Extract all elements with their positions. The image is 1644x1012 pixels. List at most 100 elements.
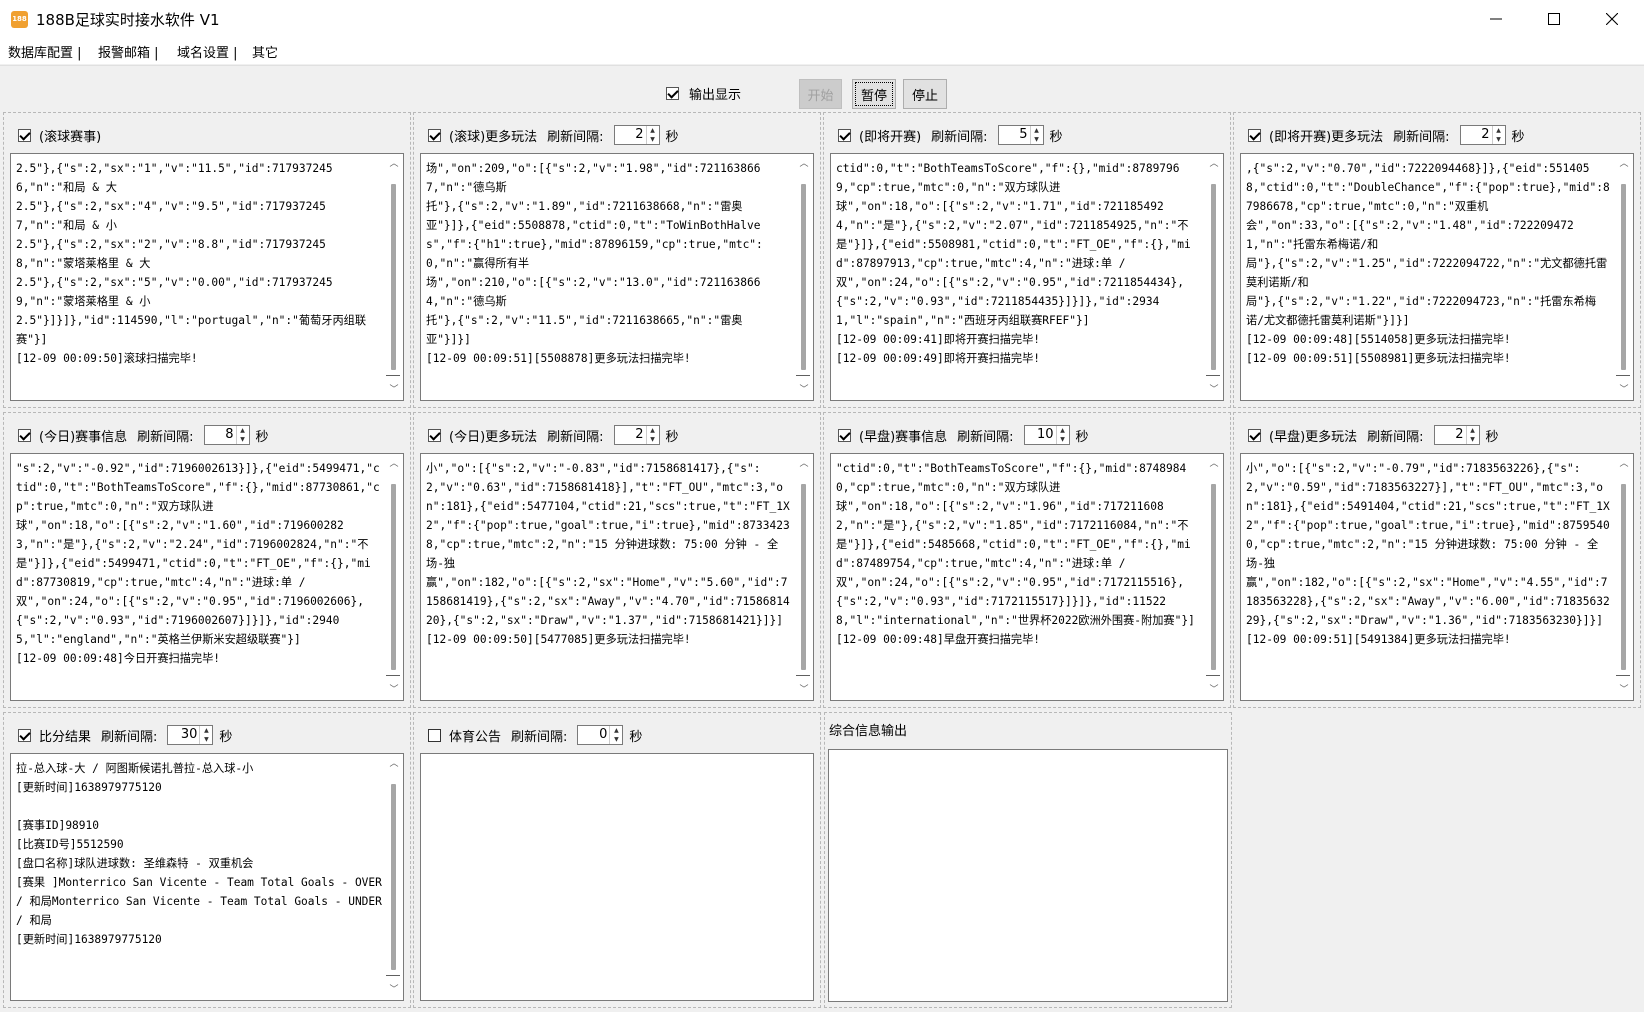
scroll-thumb[interactable] (391, 484, 396, 670)
vertical-scrollbar[interactable]: ︿ ﹀ (795, 154, 813, 400)
summary-output-box[interactable] (828, 749, 1228, 1002)
spin-down-icon[interactable]: ▼ (1493, 135, 1505, 144)
maximize-button[interactable] (1525, 0, 1583, 38)
scroll-down-icon[interactable]: ﹀ (385, 682, 403, 698)
panel-enable-checkbox[interactable] (428, 728, 441, 742)
scroll-thumb[interactable] (1211, 484, 1216, 670)
panel-enable-checkbox[interactable] (18, 728, 31, 742)
spin-down-icon[interactable]: ▼ (1467, 435, 1479, 444)
vertical-scrollbar[interactable]: ︿ ﹀ (1615, 154, 1633, 400)
spin-down-icon[interactable]: ▼ (647, 435, 659, 444)
refresh-interval-spinner[interactable]: 8 ▲ ▼ (203, 425, 250, 445)
spin-down-icon[interactable]: ▼ (1057, 435, 1069, 444)
scroll-thumb[interactable] (801, 184, 806, 370)
menu-alarm-email[interactable]: 报警邮箱 | (98, 42, 159, 61)
refresh-interval-value[interactable]: 10 (1025, 426, 1056, 444)
refresh-interval-value[interactable]: 30 (168, 726, 199, 744)
spin-up-icon[interactable]: ▲ (647, 426, 659, 435)
start-button[interactable]: 开始 (799, 79, 842, 109)
scroll-up-icon[interactable]: ︿ (1205, 456, 1223, 472)
panel-output-box[interactable]: "s":2,"v":"-0.92","id":7196002613}]},{"e… (10, 453, 404, 701)
scroll-thumb[interactable] (391, 784, 396, 970)
panel-output-box[interactable]: 拉-总入球-大 / 阿图斯候诺扎普拉-总入球-小 [更新时间]163897977… (10, 753, 404, 1001)
panel-output-box[interactable]: 2.5"},{"s":2,"sx":"1","v":"11.5","id":71… (10, 153, 404, 401)
spin-up-icon[interactable]: ▲ (200, 726, 212, 735)
spin-down-icon[interactable]: ▼ (1031, 135, 1043, 144)
scroll-up-icon[interactable]: ︿ (795, 456, 813, 472)
scroll-up-icon[interactable]: ︿ (385, 456, 403, 472)
spin-up-icon[interactable]: ▲ (610, 726, 622, 735)
scroll-thumb[interactable] (801, 484, 806, 670)
spin-up-icon[interactable]: ▲ (1057, 426, 1069, 435)
spin-down-icon[interactable]: ▼ (647, 135, 659, 144)
refresh-interval-value[interactable]: 2 (1461, 126, 1492, 144)
vertical-scrollbar[interactable]: ︿ ﹀ (795, 454, 813, 700)
scroll-thumb[interactable] (1211, 184, 1216, 370)
spin-up-icon[interactable]: ▲ (1493, 126, 1505, 135)
scroll-up-icon[interactable]: ︿ (1615, 156, 1633, 172)
panel-output-box[interactable]: 小","o":[{"s":2,"v":"-0.83","id":71586814… (420, 453, 814, 701)
scroll-down-icon[interactable]: ﹀ (1205, 682, 1223, 698)
vertical-scrollbar[interactable]: ︿ ﹀ (385, 754, 403, 1000)
scroll-down-icon[interactable]: ﹀ (795, 682, 813, 698)
panel-enable-checkbox[interactable] (838, 128, 851, 142)
panel-enable-checkbox[interactable] (1248, 428, 1261, 442)
spin-down-icon[interactable]: ▼ (237, 435, 249, 444)
spin-up-icon[interactable]: ▲ (647, 126, 659, 135)
panel-output-box[interactable]: ctid":0,"t":"BothTeamsToScore","f":{},"m… (830, 153, 1224, 401)
vertical-scrollbar[interactable]: ︿ ﹀ (1205, 154, 1223, 400)
scroll-up-icon[interactable]: ︿ (795, 156, 813, 172)
panel-enable-checkbox[interactable] (1248, 128, 1261, 142)
refresh-interval-value[interactable]: 8 (205, 426, 236, 444)
vertical-scrollbar[interactable]: ︿ ﹀ (1615, 454, 1633, 700)
refresh-interval-value[interactable]: 0 (578, 726, 609, 744)
vertical-scrollbar[interactable]: ︿ ﹀ (385, 154, 403, 400)
panel-output-box[interactable]: ,{"s":2,"v":"0.70","id":7222094468}]},{"… (1240, 153, 1634, 401)
panel-output-box[interactable]: 小","o":[{"s":2,"v":"-0.79","id":71835632… (1240, 453, 1634, 701)
scroll-thumb[interactable] (1621, 184, 1626, 370)
scroll-up-icon[interactable]: ︿ (1205, 156, 1223, 172)
refresh-interval-value[interactable]: 2 (1435, 426, 1466, 444)
spin-down-icon[interactable]: ▼ (200, 735, 212, 744)
spin-up-icon[interactable]: ▲ (1031, 126, 1043, 135)
refresh-interval-spinner[interactable]: 2 ▲ ▼ (1433, 425, 1480, 445)
refresh-interval-value[interactable]: 2 (615, 426, 646, 444)
scroll-down-icon[interactable]: ﹀ (795, 382, 813, 398)
scroll-down-icon[interactable]: ﹀ (1615, 382, 1633, 398)
menu-other[interactable]: 其它 (252, 42, 278, 61)
refresh-interval-value[interactable]: 5 (999, 126, 1030, 144)
menu-database-config[interactable]: 数据库配置 | (8, 42, 82, 61)
vertical-scrollbar[interactable]: ︿ ﹀ (1205, 454, 1223, 700)
scroll-thumb[interactable] (1621, 484, 1626, 670)
panel-output-box[interactable]: 场","on":209,"o":[{"s":2,"v":"1.98","id":… (420, 153, 814, 401)
scroll-down-icon[interactable]: ﹀ (385, 382, 403, 398)
scroll-up-icon[interactable]: ︿ (385, 756, 403, 772)
stop-button[interactable]: 停止 (903, 79, 947, 109)
pause-button[interactable]: 暂停 (852, 79, 896, 109)
refresh-interval-spinner[interactable]: 10 ▲ ▼ (1023, 425, 1070, 445)
panel-output-box[interactable] (420, 753, 814, 1001)
scroll-down-icon[interactable]: ﹀ (1615, 682, 1633, 698)
minimize-button[interactable] (1467, 0, 1525, 38)
panel-output-box[interactable]: "ctid":0,"t":"BothTeamsToScore","f":{},"… (830, 453, 1224, 701)
refresh-interval-spinner[interactable]: 2 ▲ ▼ (613, 425, 660, 445)
refresh-interval-value[interactable]: 2 (615, 126, 646, 144)
panel-enable-checkbox[interactable] (428, 428, 441, 442)
menu-domain-settings[interactable]: 域名设置 | (177, 42, 238, 61)
spin-down-icon[interactable]: ▼ (610, 735, 622, 744)
scroll-down-icon[interactable]: ﹀ (385, 982, 403, 998)
close-button[interactable] (1583, 0, 1641, 38)
spin-up-icon[interactable]: ▲ (1467, 426, 1479, 435)
panel-enable-checkbox[interactable] (18, 128, 31, 142)
output-display-checkbox[interactable] (666, 87, 679, 100)
panel-enable-checkbox[interactable] (18, 428, 31, 442)
refresh-interval-spinner[interactable]: 5 ▲ ▼ (997, 125, 1044, 145)
scroll-thumb[interactable] (391, 184, 396, 370)
refresh-interval-spinner[interactable]: 2 ▲ ▼ (1459, 125, 1506, 145)
vertical-scrollbar[interactable]: ︿ ﹀ (385, 454, 403, 700)
scroll-up-icon[interactable]: ︿ (385, 156, 403, 172)
refresh-interval-spinner[interactable]: 2 ▲ ▼ (613, 125, 660, 145)
panel-enable-checkbox[interactable] (428, 128, 441, 142)
spin-up-icon[interactable]: ▲ (237, 426, 249, 435)
scroll-down-icon[interactable]: ﹀ (1205, 382, 1223, 398)
